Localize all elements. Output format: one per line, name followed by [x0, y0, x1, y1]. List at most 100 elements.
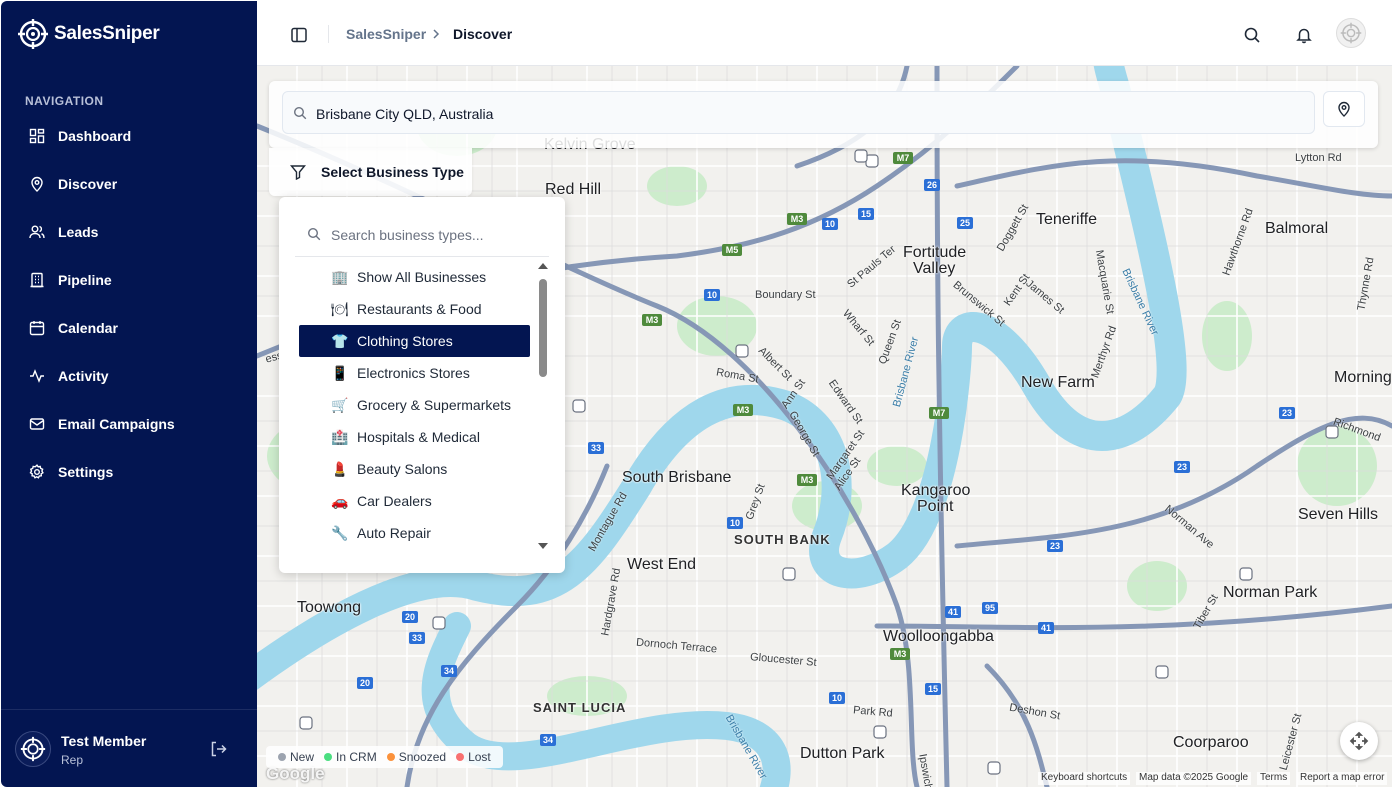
search-icon [293, 106, 307, 120]
location-search-bar: Brisbane City QLD, Australia [269, 81, 1378, 148]
activity-icon [30, 369, 44, 383]
map-pin-icon [31, 176, 43, 192]
legend-dot [324, 753, 333, 761]
nav-label: Discover [58, 176, 118, 192]
option-label: Auto Repair [357, 525, 431, 541]
wrench-icon: 🔧 [331, 525, 349, 541]
business-type-search-input[interactable]: Search business types... [295, 220, 549, 257]
legend-dot [456, 753, 465, 761]
header-divider [328, 25, 329, 43]
current-location-button[interactable] [1323, 91, 1365, 127]
crosshair-avatar-icon [20, 736, 46, 762]
nav-label: Leads [58, 224, 99, 240]
report-map-error-link[interactable]: Report a map error [1297, 772, 1388, 785]
business-type-filter-button[interactable]: Select Business Type [269, 148, 472, 196]
filter-icon [290, 165, 306, 180]
plate-icon: 🍽 [331, 301, 349, 317]
route-shield: M3 [791, 214, 804, 224]
business-type-option[interactable]: 🛒 Grocery & Supermarkets [299, 389, 530, 421]
route-shield: 20 [405, 612, 415, 622]
route-shield: M7 [897, 153, 910, 163]
dropdown-scrollbar[interactable] [536, 261, 550, 551]
legend-item-new: New [278, 750, 314, 764]
building-icon: 🏢 [331, 269, 349, 285]
business-type-option[interactable]: 🍽 Restaurants & Food [299, 293, 530, 325]
scroll-up-arrow-icon[interactable] [538, 263, 548, 269]
route-shield: 10 [730, 518, 740, 528]
fullscreen-icon [1349, 731, 1369, 751]
nav-item-calendar[interactable]: Calendar [17, 304, 241, 352]
avatar[interactable] [15, 731, 51, 767]
mail-icon [29, 418, 45, 430]
route-shield: 41 [948, 607, 958, 617]
fullscreen-button[interactable] [1340, 722, 1378, 760]
route-shield: 23 [1177, 462, 1187, 472]
user-role: Rep [61, 753, 84, 767]
route-shield: 10 [825, 219, 835, 229]
nav-item-email-campaigns[interactable]: Email Campaigns [17, 400, 241, 448]
route-shield: 34 [444, 666, 454, 676]
search-icon [307, 227, 321, 241]
business-type-option-selected[interactable]: 👕 Clothing Stores [299, 325, 530, 357]
nav-item-pipeline[interactable]: Pipeline [17, 256, 241, 304]
user-name: Test Member [61, 733, 147, 749]
user-box: Test Member Rep [1, 709, 257, 787]
route-shield: 34 [543, 735, 553, 745]
shirt-icon: 👕 [331, 333, 349, 349]
crosshair-avatar-icon [1340, 22, 1362, 44]
breadcrumb-root[interactable]: SalesSniper [346, 26, 426, 42]
terms-link[interactable]: Terms [1257, 772, 1291, 785]
breadcrumb-current: Discover [453, 26, 513, 42]
legend-item-snoozed: Snoozed [386, 750, 446, 764]
legend-dot [278, 753, 286, 761]
route-shield: M3 [801, 475, 814, 485]
route-shield: 23 [1050, 541, 1060, 551]
nav-item-discover[interactable]: Discover [17, 160, 241, 208]
nav-item-activity[interactable]: Activity [17, 352, 241, 400]
top-header: SalesSniper Discover [257, 1, 1392, 66]
nav-item-leads[interactable]: Leads [17, 208, 241, 256]
gear-icon [29, 464, 44, 479]
nav-label: Dashboard [58, 128, 132, 144]
hospital-icon: 🏥 [331, 429, 349, 445]
route-shield: 33 [591, 443, 601, 453]
option-label: Show All Businesses [357, 269, 487, 285]
lipstick-icon: 💄 [331, 461, 349, 477]
business-type-option[interactable]: 💄 Beauty Salons [299, 453, 530, 485]
bell-icon[interactable] [1295, 26, 1313, 44]
scroll-down-arrow-icon[interactable] [538, 543, 548, 549]
business-type-option[interactable]: 🚗 Car Dealers [299, 485, 530, 517]
route-shield: 15 [861, 209, 871, 219]
nav-item-dashboard[interactable]: Dashboard [17, 112, 241, 160]
route-shield: M7 [933, 408, 946, 418]
business-type-option[interactable]: 🏢 Show All Businesses [299, 261, 530, 293]
business-type-option[interactable]: 🔧 Auto Repair [299, 517, 530, 549]
nav-label: Email Campaigns [58, 416, 175, 432]
route-shield: 33 [412, 633, 422, 643]
nav-label: Activity [58, 368, 109, 384]
location-search-input[interactable]: Brisbane City QLD, Australia [282, 91, 1315, 134]
option-label: Car Dealers [357, 493, 432, 509]
search-icon[interactable] [1243, 26, 1261, 44]
nav-item-settings[interactable]: Settings [17, 448, 241, 496]
route-shield: 10 [707, 290, 717, 300]
nav-label: Pipeline [58, 272, 112, 288]
option-label: Beauty Salons [357, 461, 448, 477]
route-shield: 25 [960, 218, 970, 228]
logout-icon[interactable] [209, 740, 227, 758]
nav-heading: NAVIGATION [25, 94, 104, 108]
brand[interactable]: SalesSniper [18, 19, 160, 49]
map-pin-icon [1338, 101, 1350, 117]
business-type-search-placeholder: Search business types... [331, 227, 484, 243]
map-data-attribution: Map data ©2025 Google [1136, 772, 1252, 785]
business-type-option[interactable]: 🏥 Hospitals & Medical [299, 421, 530, 453]
scrollbar-thumb[interactable] [539, 279, 547, 377]
sidebar-toggle-icon[interactable] [290, 26, 308, 44]
route-shield: M3 [646, 315, 659, 325]
status-legend: New In CRM Snoozed Lost [266, 746, 503, 768]
legend-label: New [290, 750, 315, 764]
business-type-option[interactable]: 📱 Electronics Stores [299, 357, 530, 389]
keyboard-shortcuts-link[interactable]: Keyboard shortcuts [1038, 772, 1131, 785]
header-avatar[interactable] [1336, 18, 1366, 48]
chevron-right-icon [433, 29, 440, 39]
